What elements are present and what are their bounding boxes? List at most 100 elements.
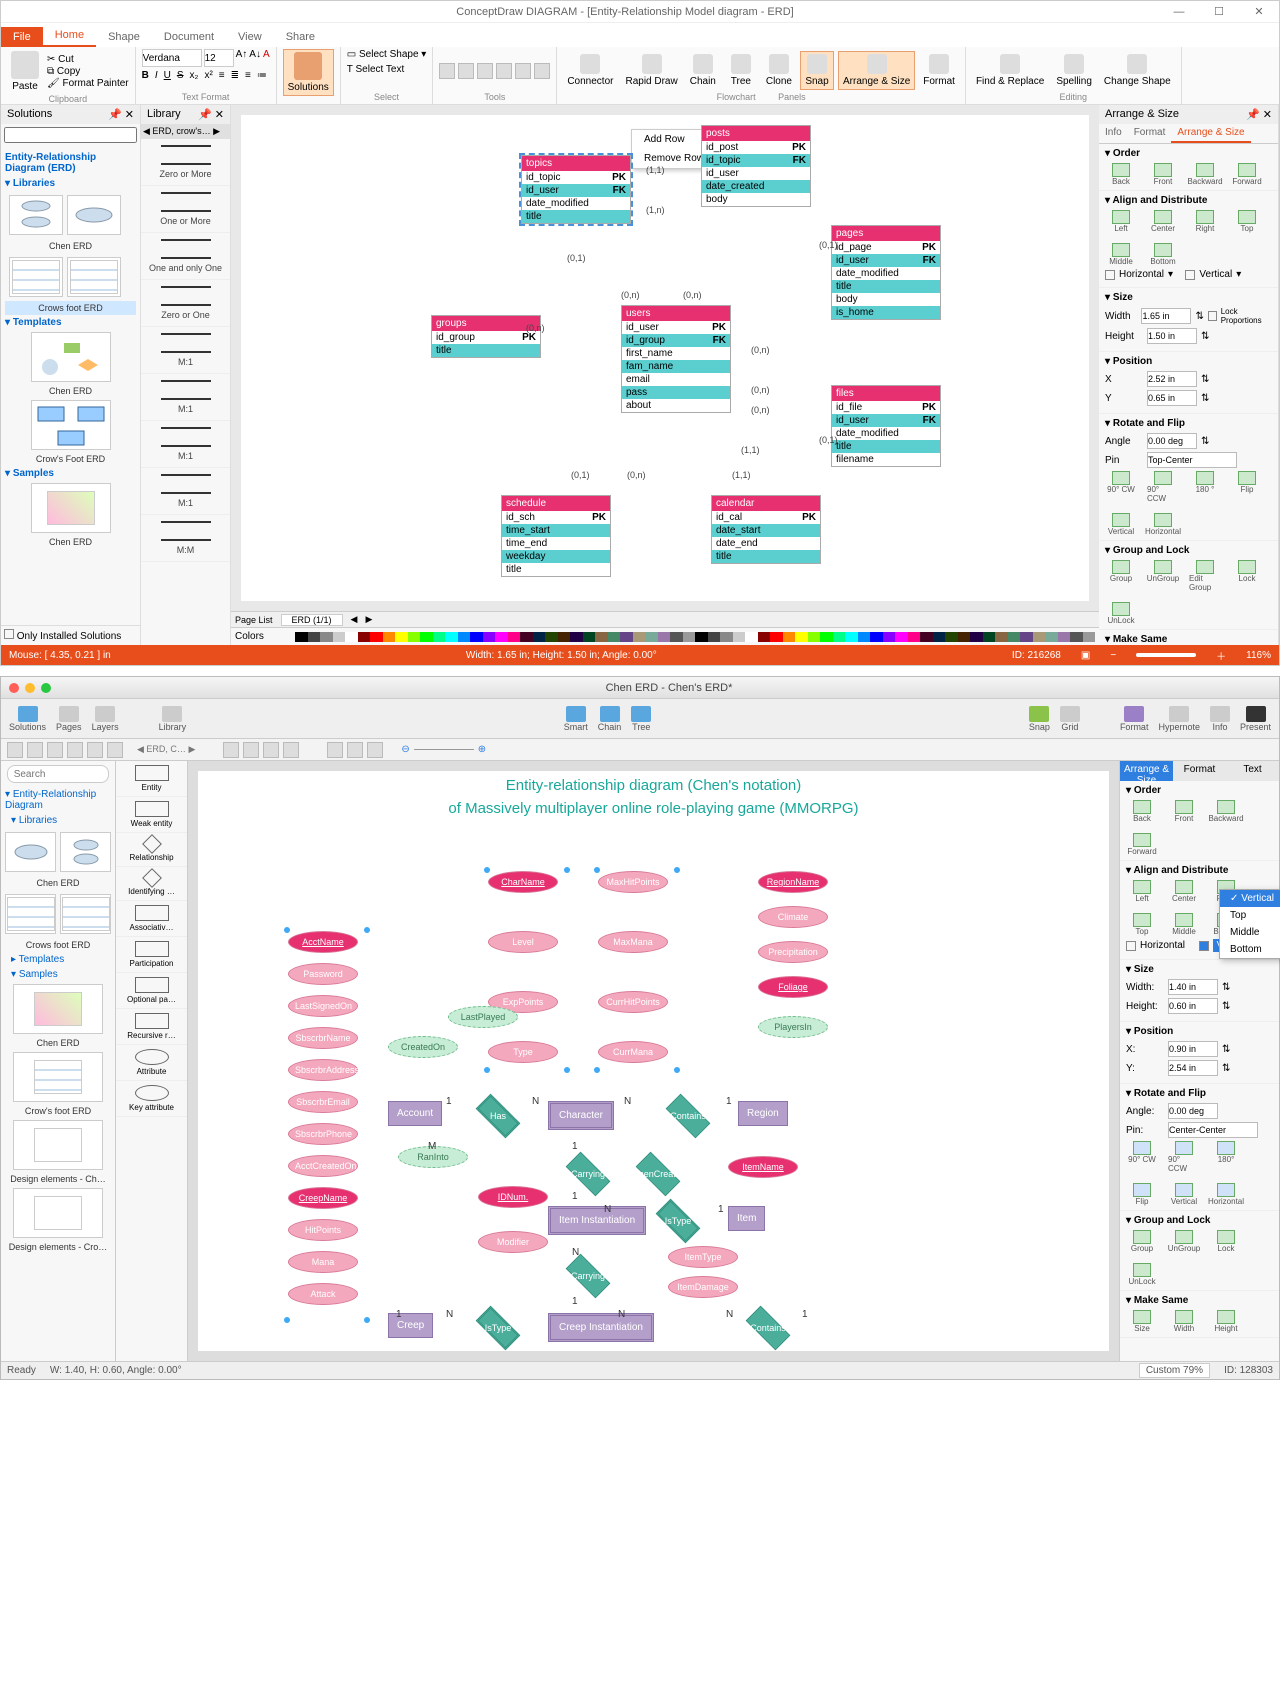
ellipse-tool-icon[interactable] — [496, 63, 512, 79]
table-row[interactable]: date_modified — [522, 197, 630, 210]
unlock-button[interactable]: UnLock — [1105, 602, 1137, 625]
lck[interactable]: Lock — [1210, 1230, 1242, 1253]
color-swatch[interactable] — [533, 632, 546, 642]
library-item[interactable]: Identifying … — [116, 867, 187, 901]
align-middle-button[interactable]: Middle — [1105, 243, 1137, 266]
close-button[interactable]: ✕ — [1239, 5, 1279, 18]
relationship-istype[interactable]: IsType — [648, 1206, 708, 1236]
color-swatch[interactable] — [695, 632, 708, 642]
color-swatch[interactable] — [620, 632, 633, 642]
align-bottom-button[interactable]: Bottom — [1147, 243, 1179, 266]
pin-select[interactable] — [1168, 1122, 1258, 1138]
entity-creep[interactable]: Creep — [388, 1313, 433, 1338]
sol-templates-head[interactable]: ▾ Templates — [5, 315, 136, 330]
zoom-out-tool[interactable] — [327, 742, 343, 758]
rp-rotate-head[interactable]: ▾ Rotate and Flip — [1105, 418, 1272, 429]
color-swatch[interactable] — [445, 632, 458, 642]
x-input[interactable] — [1147, 371, 1197, 387]
find-replace-button[interactable]: Find & Replace — [972, 52, 1048, 89]
library-item[interactable]: Attribute — [116, 1045, 187, 1081]
table-row[interactable]: title — [832, 280, 940, 293]
thumb-de-crow[interactable] — [13, 1188, 103, 1238]
dist-horiz-check[interactable] — [1105, 270, 1115, 280]
rot-ccw[interactable]: 90° CCW — [1168, 1141, 1200, 1173]
canvas[interactable]: Add Row Remove Row topicsid_topicPKid_us… — [241, 115, 1089, 601]
canvas[interactable]: Entity-relationship diagram (Chen's nota… — [198, 771, 1109, 1351]
line-tool-icon[interactable] — [439, 63, 455, 79]
arrange-size-button[interactable]: Arrange & Size — [838, 51, 915, 90]
format-button[interactable]: Format — [919, 52, 959, 89]
zoom-slider[interactable] — [1136, 653, 1196, 657]
hand-tool[interactable] — [347, 742, 363, 758]
text-tool-icon[interactable] — [458, 63, 474, 79]
color-swatch[interactable] — [933, 632, 946, 642]
select-shape-button[interactable]: ▭ Select Shape ▾ — [347, 49, 427, 60]
tb-snap[interactable]: Snap — [1029, 706, 1050, 732]
tb-present[interactable]: Present — [1240, 706, 1271, 732]
attribute[interactable]: CharName — [488, 871, 558, 893]
zoom-slider[interactable] — [414, 749, 474, 750]
selection-handle[interactable] — [284, 927, 290, 933]
library-item[interactable]: M:1 — [141, 327, 230, 374]
maximize-button[interactable]: ☐ — [1199, 5, 1239, 18]
only-installed-checkbox[interactable] — [4, 629, 14, 639]
thumb-crow2[interactable] — [60, 894, 111, 934]
group-tool[interactable] — [223, 742, 239, 758]
lib-thumb-chen[interactable] — [9, 195, 63, 235]
font-decrease-icon[interactable]: A↓ — [249, 49, 261, 67]
color-swatch[interactable] — [733, 632, 746, 642]
attribute[interactable]: RegionName — [758, 871, 828, 893]
flip-h[interactable]: Horizontal — [1210, 1183, 1242, 1206]
library-item[interactable]: Relationship — [116, 833, 187, 867]
sol-samples-head[interactable]: ▾ Samples — [5, 466, 136, 481]
attribute[interactable]: SbscrbrPhone — [288, 1123, 358, 1145]
flip-button[interactable]: Flip — [1231, 471, 1263, 503]
order-backward-button[interactable]: Backward — [1189, 163, 1221, 186]
attribute[interactable]: CurrHitPoints — [598, 991, 668, 1013]
rp-tab-arrange[interactable]: Arrange & Size — [1120, 761, 1173, 781]
table-row[interactable]: fam_name — [622, 360, 730, 373]
rp-order-head[interactable]: ▾ Order — [1126, 785, 1273, 796]
color-swatch[interactable] — [470, 632, 483, 642]
thumb-chen[interactable] — [5, 832, 56, 872]
relationship-whencreated[interactable]: WhenCreated — [628, 1159, 688, 1189]
table-row[interactable]: date_end — [712, 537, 820, 550]
flip-v[interactable]: Vertical — [1168, 1183, 1200, 1206]
page-nav-prev[interactable]: ◀ — [351, 614, 358, 625]
attribute[interactable]: Modifier — [478, 1231, 548, 1253]
table-row[interactable]: title — [432, 344, 540, 357]
color-swatch[interactable] — [545, 632, 558, 642]
rp-tab-format[interactable]: Format — [1173, 761, 1226, 781]
color-swatch[interactable] — [895, 632, 908, 642]
rotate-ccw-button[interactable]: 90° CCW — [1147, 471, 1179, 503]
spelling-button[interactable]: Spelling — [1052, 52, 1096, 89]
underline-button[interactable]: U — [164, 70, 171, 81]
color-swatch[interactable] — [295, 632, 308, 642]
er-table-schedule[interactable]: scheduleid_schPKtime_starttime_endweekda… — [501, 495, 611, 577]
color-swatch[interactable] — [858, 632, 871, 642]
table-row[interactable]: id_userPK — [622, 321, 730, 334]
order-backward[interactable]: Backward — [1210, 800, 1242, 823]
er-table-calendar[interactable]: calendarid_calPKdate_startdate_endtitle — [711, 495, 821, 564]
attribute[interactable]: ItemName — [728, 1156, 798, 1178]
color-swatch[interactable] — [333, 632, 346, 642]
ungroup-button[interactable]: UnGroup — [1147, 560, 1179, 592]
color-swatch[interactable] — [808, 632, 821, 642]
color-swatch[interactable] — [345, 632, 358, 642]
tree-root[interactable]: ▾ Entity-Relationship Diagram — [1, 787, 115, 813]
selection-handle[interactable] — [364, 927, 370, 933]
rp-rotate-head[interactable]: ▾ Rotate and Flip — [1126, 1088, 1273, 1099]
tree-samples[interactable]: ▾ Samples — [1, 967, 115, 982]
change-shape-button[interactable]: Change Shape — [1100, 52, 1175, 89]
rp-tab-arrange[interactable]: Arrange & Size — [1171, 124, 1250, 143]
color-swatch[interactable] — [658, 632, 671, 642]
attribute[interactable]: MaxMana — [598, 931, 668, 953]
attribute[interactable]: Type — [488, 1041, 558, 1063]
width-input[interactable] — [1168, 979, 1218, 995]
rect-tool[interactable] — [47, 742, 63, 758]
library-item[interactable]: Key attribute — [116, 1081, 187, 1117]
pin-icon[interactable]: 📌 ✕ — [108, 108, 134, 121]
subscript-button[interactable]: x₂ — [190, 70, 199, 81]
same-width[interactable]: Width — [1168, 1310, 1200, 1333]
tb-format[interactable]: Format — [1120, 706, 1149, 732]
